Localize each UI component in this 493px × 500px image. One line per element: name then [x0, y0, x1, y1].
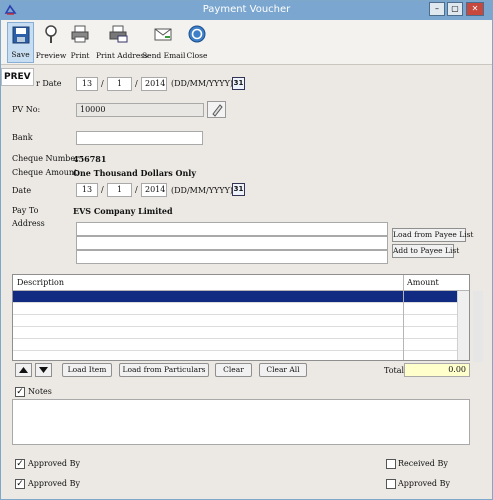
load-from-particulars-button[interactable]: Load from Particulars — [119, 363, 209, 377]
maximize-button[interactable]: ▢ — [447, 2, 463, 16]
date-label: Date — [12, 186, 32, 195]
cheque-number-label: Cheque Number — [12, 154, 79, 163]
pay-to-value: EVS Company Limited — [73, 206, 173, 216]
payment-voucher-window: Payment Voucher – ▢ ✕ Save Preview Print… — [0, 0, 493, 500]
voucher-date-month[interactable]: 1 — [107, 77, 132, 91]
grid-header: Description Amount — [13, 275, 469, 291]
table-row[interactable] — [13, 327, 457, 339]
cheque-amount-value: One Thousand Dollars Only — [73, 168, 196, 178]
bank-field[interactable] — [76, 131, 203, 145]
pv-no-field[interactable]: 10000 — [76, 103, 204, 117]
approved-by-checkbox-3[interactable] — [386, 479, 396, 489]
calendar-icon[interactable]: 31 — [232, 183, 245, 196]
printer-icon — [71, 25, 89, 43]
clear-button[interactable]: Clear — [215, 363, 252, 377]
pv-no-label: PV No: — [12, 105, 41, 114]
pencil-icon — [212, 104, 223, 117]
table-row[interactable] — [13, 315, 457, 327]
total-label: Total — [384, 366, 405, 375]
move-up-button[interactable] — [15, 363, 32, 377]
date-day[interactable]: 13 — [76, 183, 98, 197]
address-line-3[interactable] — [76, 250, 388, 264]
date-format: (DD/MM/YYYY) — [171, 186, 233, 195]
approved-by-label-1: Approved By — [28, 459, 80, 468]
date-separator: / — [101, 79, 104, 88]
save-button[interactable]: Save — [7, 22, 34, 63]
address-line-1[interactable] — [76, 222, 388, 236]
minimize-button[interactable]: – — [429, 2, 445, 16]
voucher-date-year[interactable]: 2014 — [141, 77, 167, 91]
print-address-label: Print Address — [96, 51, 148, 60]
clear-all-button[interactable]: Clear All — [259, 363, 307, 377]
approved-by-label-3: Approved By — [398, 479, 450, 488]
date-separator: / — [135, 79, 138, 88]
send-email-button[interactable]: Send Email — [142, 22, 185, 63]
notes-label: Notes — [28, 387, 52, 396]
table-row[interactable] — [13, 339, 457, 351]
calendar-icon[interactable]: 31 — [232, 77, 245, 90]
cheque-amount-label: Cheque Amount — [12, 168, 78, 177]
print-button[interactable]: Print — [68, 22, 92, 63]
cheque-number-value: 456781 — [73, 154, 107, 164]
grid-scrollbar[interactable] — [457, 291, 469, 360]
pay-to-label: Pay To — [12, 206, 39, 215]
close-label: Close — [186, 51, 208, 60]
notes-checkbox[interactable]: ✓ — [15, 387, 25, 397]
column-divider — [403, 275, 404, 360]
print-label: Print — [70, 51, 90, 60]
address-line-2[interactable] — [76, 236, 388, 250]
print-address-icon — [109, 25, 128, 43]
bank-label: Bank — [12, 133, 33, 142]
address-label: Address — [12, 219, 45, 228]
load-from-payee-button[interactable]: Load from Payee List — [392, 228, 473, 242]
voucher-date-format: (DD/MM/YYYY) — [171, 79, 233, 88]
received-by-label: Received By — [398, 459, 448, 468]
close-window-button[interactable]: ✕ — [466, 2, 484, 16]
send-email-label: Send Email — [142, 51, 186, 60]
window-scrollbar[interactable] — [473, 291, 483, 362]
toolbar: Save Preview Print Print Address Send Em… — [1, 20, 492, 65]
save-icon — [12, 26, 29, 44]
items-grid: Description Amount — [12, 274, 470, 361]
move-down-button[interactable] — [35, 363, 52, 377]
load-item-button[interactable]: Load Item — [62, 363, 112, 377]
magnifier-icon — [45, 25, 57, 43]
amount-column-header[interactable]: Amount — [407, 278, 439, 287]
table-row[interactable] — [13, 291, 457, 303]
close-icon — [188, 25, 206, 43]
preview-button[interactable]: Preview — [36, 22, 66, 63]
edit-pv-button[interactable] — [207, 101, 226, 118]
window-title: Payment Voucher — [202, 4, 291, 15]
title-bar: Payment Voucher – ▢ ✕ — [1, 1, 492, 20]
arrow-up-icon — [19, 367, 28, 373]
description-column-header[interactable]: Description — [17, 278, 64, 287]
received-by-checkbox[interactable] — [386, 459, 396, 469]
add-to-payee-button[interactable]: Add to Payee List — [392, 244, 459, 258]
date-year[interactable]: 2014 — [141, 183, 167, 197]
notes-textarea[interactable] — [12, 399, 470, 445]
approved-by-checkbox-2[interactable]: ✓ — [15, 479, 25, 489]
date-month[interactable]: 1 — [107, 183, 132, 197]
envelope-icon — [154, 28, 172, 41]
total-field: 0.00 — [404, 363, 470, 377]
date-separator: / — [135, 185, 138, 194]
approved-by-checkbox-1[interactable]: ✓ — [15, 459, 25, 469]
arrow-down-icon — [39, 367, 48, 373]
table-row[interactable] — [13, 303, 457, 315]
prev-badge: PREV — [1, 68, 34, 86]
close-button[interactable]: Close — [185, 22, 209, 63]
approved-by-label-2: Approved By — [28, 479, 80, 488]
voucher-date-day[interactable]: 13 — [76, 77, 98, 91]
date-separator: / — [101, 185, 104, 194]
voucher-date-label: r Date — [36, 79, 62, 88]
print-address-button[interactable]: Print Address — [96, 22, 148, 63]
